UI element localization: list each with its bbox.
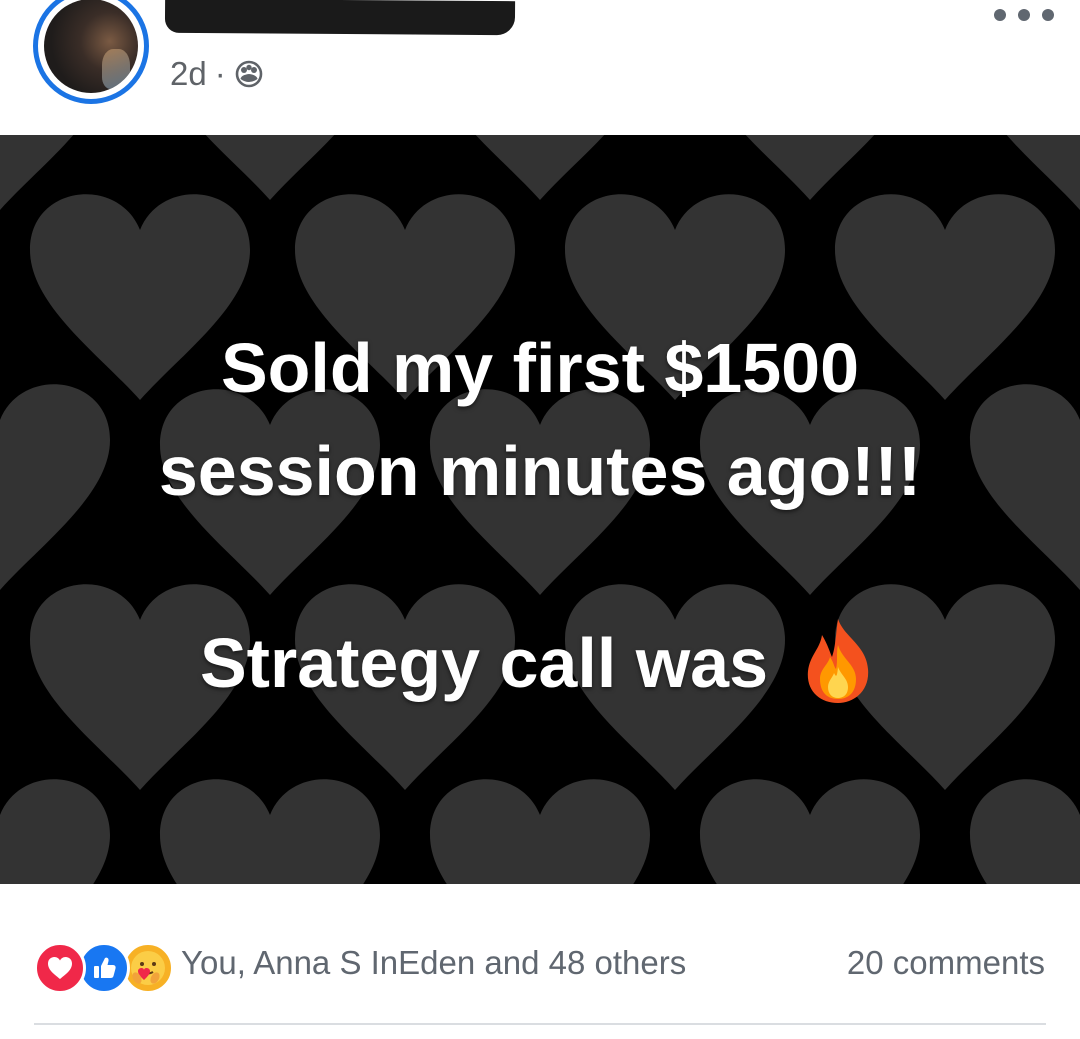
reaction-icons[interactable] (34, 942, 179, 998)
message-line-3-text: Strategy call was (199, 624, 769, 702)
more-dot (1018, 9, 1030, 21)
redacted-author-name[interactable] (164, 0, 516, 36)
heart-icon (48, 957, 72, 979)
more-dot (1042, 9, 1054, 21)
message-line-1: Sold my first $1500 (220, 329, 860, 407)
friends-icon[interactable] (234, 59, 264, 89)
post-header: 2d · (0, 0, 1080, 135)
post-timestamp[interactable]: 2d (170, 55, 207, 93)
profile-avatar[interactable] (33, 0, 149, 104)
message-line-2: session minutes ago!!! (158, 432, 922, 510)
footer-divider (34, 1023, 1046, 1025)
care-face-icon (131, 951, 165, 985)
comments-count-link[interactable]: 20 comments (847, 944, 1045, 982)
avatar-image (44, 0, 138, 93)
more-dot (994, 9, 1006, 21)
meta-separator: · (214, 55, 226, 92)
reactors-summary[interactable]: You, Anna S InEden and 48 others (181, 944, 686, 982)
love-reaction-icon (34, 942, 86, 994)
fire-icon (807, 618, 869, 703)
post-message: Sold my first $1500 session minutes ago!… (0, 135, 1080, 884)
more-options-icon[interactable] (994, 0, 1054, 30)
reactions-bar: You, Anna S InEden and 48 others 20 comm… (0, 884, 1080, 1039)
facebook-post: 2d · Sold my first $1500 session minutes… (0, 0, 1080, 1039)
post-image[interactable]: Sold my first $1500 session minutes ago!… (0, 135, 1080, 884)
message-line-3: Strategy call was (0, 618, 1080, 705)
thumbs-up-icon (94, 957, 116, 978)
post-meta: 2d · (170, 55, 264, 93)
